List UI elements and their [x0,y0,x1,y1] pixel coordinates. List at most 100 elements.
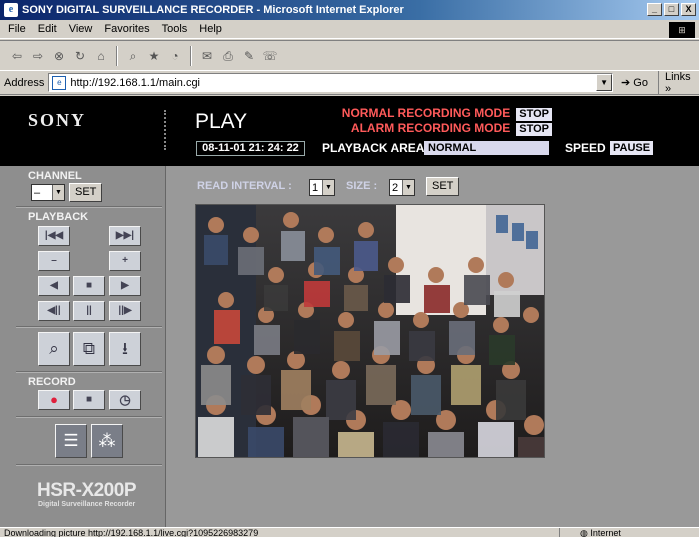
playback-area-value: NORMAL [424,141,549,155]
address-input[interactable]: e http://192.168.1.1/main.cgi ▼ [48,73,614,92]
timer-button[interactable]: ◷ [109,390,141,410]
page-content: SONY PLAY NORMAL RECORDING MODE STOP ALAR… [0,96,699,527]
menu-file[interactable]: File [8,23,26,35]
menu-tools[interactable]: Tools [162,23,188,35]
channel-select[interactable]: – ▼ [31,184,65,201]
model-subtitle: Digital Surveillance Recorder [38,501,136,508]
refresh-icon[interactable]: ↻ [71,47,89,65]
status-bar: Downloading picture http://192.168.1.1/l… [0,527,699,537]
step-forward-button[interactable]: ||▶ [109,301,141,321]
chevron-down-icon: ▼ [322,180,334,195]
stop-icon[interactable]: ⊗ [50,47,68,65]
go-button[interactable]: ➔ Go [621,76,648,90]
channel-label: CHANNEL [28,170,82,182]
first-frame-button[interactable]: |◀◀ [38,226,70,246]
alarm-recording-status: STOP [516,123,552,136]
alarm-button[interactable]: ⁂ [91,424,123,458]
size-label: SIZE : [346,180,378,192]
datetime-display: 08-11-01 21: 24: 22 [196,141,305,156]
control-panel: CHANNEL – ▼ SET PLAYBACK |◀◀ ▶▶| – + ◀ ■ … [0,166,166,527]
header-divider [164,110,166,150]
size-select[interactable]: 2 ▼ [389,179,415,196]
speed-value: PAUSE [610,141,654,155]
status-text: Downloading picture http://192.168.1.1/l… [4,528,259,537]
browser-toolbar: ⇦ ⇨ ⊗ ↻ ⌂ ⌕ ★ ◔ ✉ ⎙ ✎ ☏ [0,40,699,71]
video-frame [195,204,545,458]
page-icon: e [52,75,67,90]
playback-label: PLAYBACK [28,211,89,223]
windows-logo-icon: ⊞ [669,22,695,38]
menu-edit[interactable]: Edit [38,23,57,35]
size-value: 2 [392,181,399,194]
security-zone: ◍ Internet [559,528,699,537]
maximize-button[interactable]: □ [664,3,679,16]
menu-bar: File Edit View Favorites Tools Help [0,20,699,39]
chevron-down-icon: ▼ [52,185,64,200]
record-stop-button[interactable]: ■ [73,390,105,410]
toolbar-separator [116,45,118,66]
page-title: PLAY [195,110,248,133]
divider [16,464,162,466]
divider [16,371,162,373]
normal-recording-label: NORMAL RECORDING MODE [341,106,511,120]
read-interval-value: 1 [312,181,319,194]
play-button[interactable]: ▶ [109,276,141,296]
list-button[interactable]: ☰ [55,424,87,458]
record-label: RECORD [28,376,76,388]
close-button[interactable]: X [681,3,696,16]
toolbar-separator [190,45,192,66]
playback-area-label: PLAYBACK AREA [322,141,425,155]
menu-view[interactable]: View [69,23,93,35]
last-frame-button[interactable]: ▶▶| [109,226,141,246]
search-icon[interactable]: ⌕ [124,47,142,65]
history-icon[interactable]: ◔ [166,47,184,65]
ie-logo-icon: e [4,3,18,17]
crowd-camera-image [196,205,544,457]
mail-icon[interactable]: ✉ [198,47,216,65]
discuss-icon[interactable]: ☏ [261,47,279,65]
sony-logo: SONY [28,110,87,130]
address-bar: Address e http://192.168.1.1/main.cgi ▼ … [0,70,699,95]
home-icon[interactable]: ⌂ [92,47,110,65]
chevron-down-icon[interactable]: ▼ [596,74,613,91]
back-icon[interactable]: ⇦ [8,47,26,65]
channel-set-button[interactable]: SET [69,183,103,202]
forward-icon[interactable]: ⇨ [29,47,47,65]
address-url: http://192.168.1.1/main.cgi [70,76,201,89]
search-button[interactable]: ⌕ [38,332,70,366]
favorites-icon[interactable]: ★ [145,47,163,65]
record-button[interactable]: ● [38,390,70,410]
read-interval-label: READ INTERVAL : [197,180,292,192]
minus-button[interactable]: – [38,251,70,271]
links-button[interactable]: Links » [657,70,699,95]
download-button[interactable]: ⭳ [109,332,141,366]
channel-select-value: – [34,186,41,199]
minimize-button[interactable]: _ [647,3,662,16]
copy-button[interactable]: ⧉ [73,332,105,366]
stop-button[interactable]: ■ [73,276,105,296]
zone-label: Internet [590,528,621,537]
viewer-set-button[interactable]: SET [426,177,460,196]
model-name: HSR-X200P [37,480,137,501]
plus-button[interactable]: + [109,251,141,271]
go-label: Go [633,76,648,89]
read-interval-select[interactable]: 1 ▼ [309,179,335,196]
alarm-recording-label: ALARM RECORDING MODE [350,121,511,135]
step-back-button[interactable]: ◀|| [38,301,70,321]
chevron-down-icon: ▼ [402,180,414,195]
go-arrow-icon: ➔ [621,77,631,89]
alarm-recording-row: ALARM RECORDING MODE STOP [351,121,552,136]
menu-favorites[interactable]: Favorites [104,23,149,35]
edit-icon[interactable]: ✎ [240,47,258,65]
speed-label: SPEED [565,141,606,155]
globe-icon: ◍ [580,528,591,537]
normal-recording-status: STOP [516,108,552,121]
divider [16,206,162,208]
pause-button[interactable]: || [73,301,105,321]
rewind-button[interactable]: ◀ [38,276,70,296]
menu-help[interactable]: Help [199,23,222,35]
divider [16,326,162,328]
normal-recording-row: NORMAL RECORDING MODE STOP [342,106,552,121]
address-label: Address [4,76,45,89]
print-icon[interactable]: ⎙ [219,47,237,65]
